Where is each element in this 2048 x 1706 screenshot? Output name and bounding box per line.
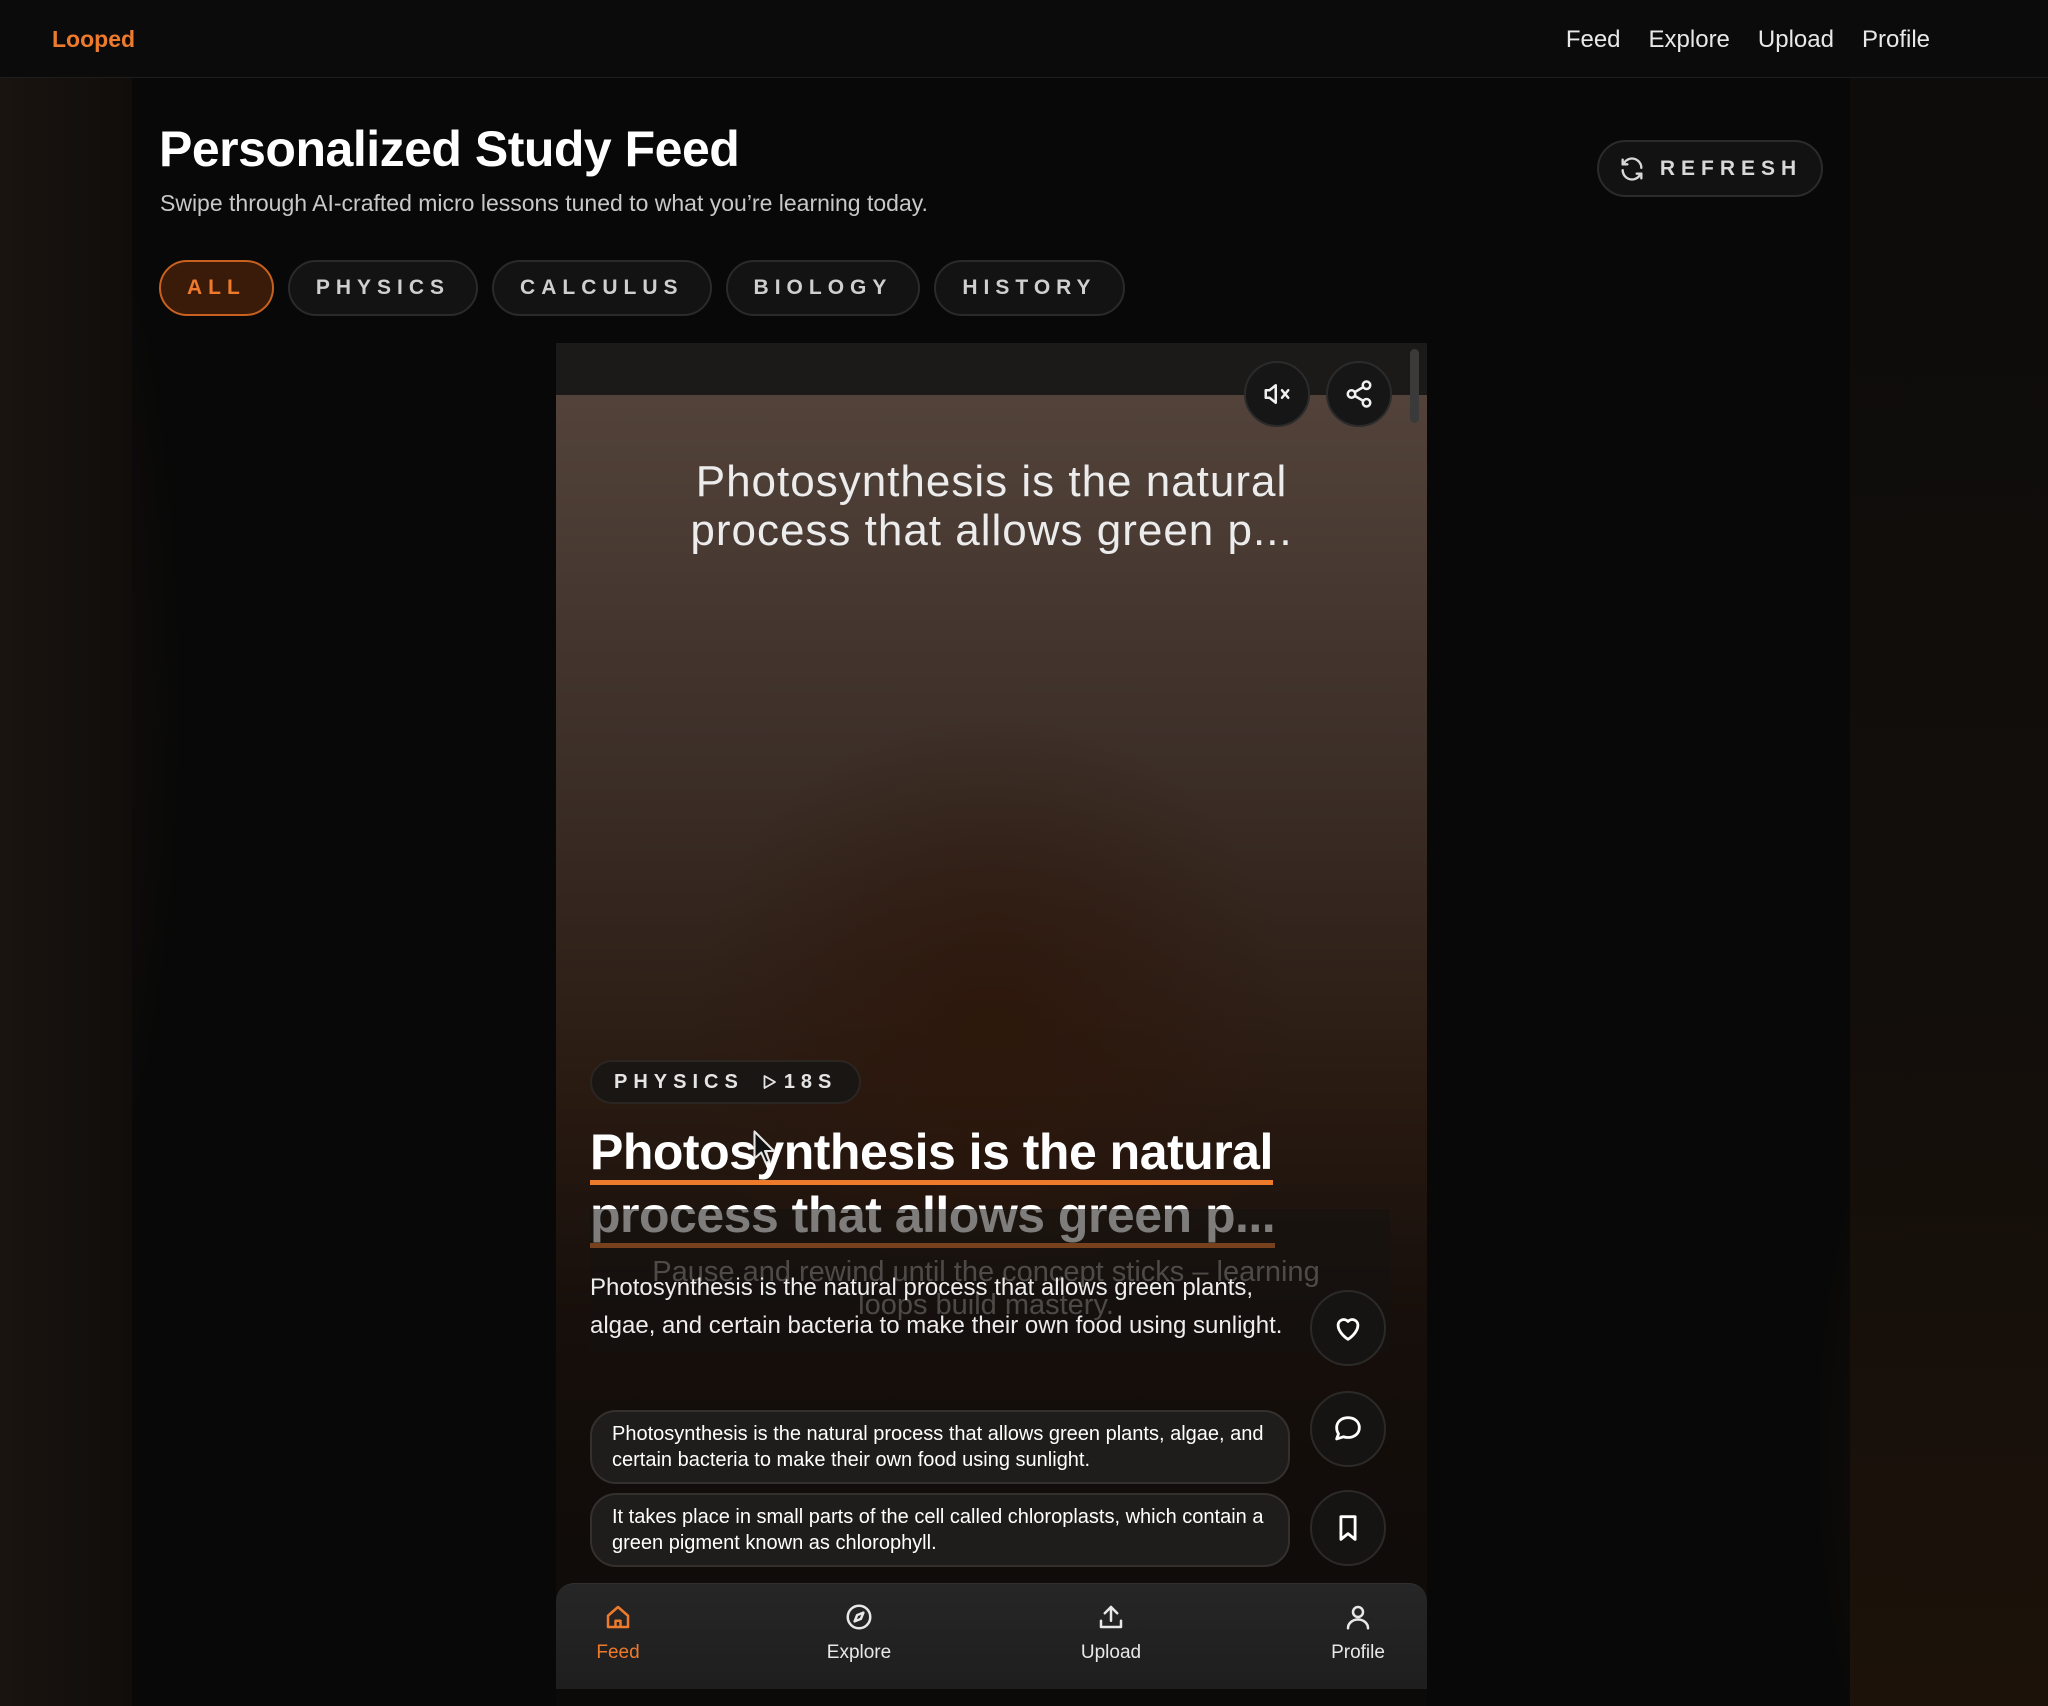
page-subtitle: Swipe through AI-crafted micro lessons t…: [160, 190, 928, 216]
tab-upload[interactable]: Upload: [1051, 1602, 1171, 1664]
upload-icon: [1099, 1605, 1123, 1629]
mute-icon: [1264, 384, 1290, 404]
refresh-button[interactable]: REFRESH: [1597, 140, 1823, 197]
comment-icon: [1335, 1416, 1361, 1441]
tab-explore[interactable]: Explore: [799, 1602, 919, 1664]
filter-chip-history[interactable]: HISTORY: [934, 260, 1125, 316]
lesson-category: PHYSICS: [614, 1070, 744, 1093]
lesson-meta-badge: PHYSICS 18S: [590, 1060, 862, 1104]
lesson-description: Photosynthesis is the natural process th…: [590, 1274, 1283, 1339]
bottom-tab-bar: Feed Explore Upload Profile: [556, 1583, 1427, 1689]
filter-chip-biology[interactable]: BIOLOGY: [725, 260, 921, 316]
nav-link-profile[interactable]: Profile: [1862, 26, 1930, 54]
like-button[interactable]: [1310, 1290, 1386, 1366]
card-scrollbar[interactable]: [1410, 349, 1419, 423]
tab-upload-label: Upload: [1080, 1642, 1142, 1663]
brand-logo[interactable]: Looped: [52, 26, 135, 53]
bookmark-icon: [1339, 1515, 1357, 1541]
lesson-duration: 18S: [760, 1071, 838, 1094]
comment-button[interactable]: [1310, 1391, 1386, 1467]
user-icon: [1346, 1605, 1370, 1630]
filter-chip-all[interactable]: ALL: [159, 260, 274, 316]
mouse-cursor-icon: [753, 1130, 776, 1165]
save-button[interactable]: [1310, 1490, 1386, 1566]
share-button[interactable]: [1326, 361, 1392, 427]
filter-chip-calculus[interactable]: CALCULUS: [492, 260, 712, 316]
page-title: Personalized Study Feed: [159, 121, 740, 177]
lesson-video-card[interactable]: Photosynthesis is the natural process th…: [556, 343, 1427, 1706]
nav-link-upload[interactable]: Upload: [1758, 26, 1834, 54]
heart-icon: [1336, 1318, 1360, 1341]
tab-profile-label: Profile: [1331, 1642, 1385, 1663]
filter-chip-physics[interactable]: PHYSICS: [287, 260, 479, 316]
home-icon: [606, 1605, 630, 1629]
tab-feed[interactable]: Feed: [558, 1602, 678, 1664]
top-nav-links: Feed Explore Upload Profile: [1566, 26, 1930, 54]
lesson-point[interactable]: Photosynthesis is the natural process th…: [590, 1410, 1290, 1484]
right-backdrop: [1850, 78, 2048, 1706]
mute-button[interactable]: [1244, 361, 1310, 427]
lesson-point[interactable]: It takes place in small parts of the cel…: [590, 1493, 1290, 1567]
refresh-icon: [1621, 156, 1643, 181]
top-navbar: Looped Feed Explore Upload Profile: [0, 0, 2048, 78]
tab-feed-label: Feed: [596, 1642, 640, 1663]
refresh-label: REFRESH: [1659, 156, 1803, 180]
tab-explore-label: Explore: [826, 1642, 892, 1663]
nav-link-feed[interactable]: Feed: [1566, 26, 1621, 54]
nav-link-explore[interactable]: Explore: [1649, 26, 1730, 54]
left-backdrop: [0, 78, 132, 1706]
lesson-duration-value: 18S: [783, 1070, 838, 1093]
play-icon: [763, 1075, 776, 1089]
subject-filter-chips: ALL PHYSICS CALCULUS BIOLOGY HISTORY: [159, 260, 1125, 316]
compass-icon: [846, 1604, 872, 1630]
share-icon: [1346, 380, 1372, 408]
tab-profile[interactable]: Profile: [1298, 1602, 1418, 1664]
lesson-title-line-1: Photosynthesis is the natural: [590, 1124, 1273, 1185]
video-caption: Photosynthesis is the natural process th…: [690, 457, 1293, 555]
